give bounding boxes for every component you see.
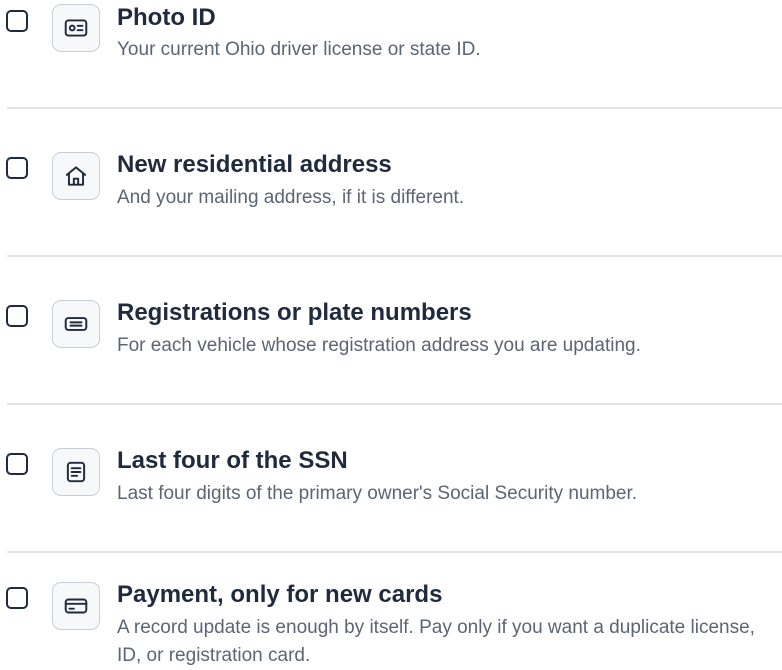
item-description: Your current Ohio driver license or stat…	[117, 39, 481, 60]
item-title: Photo ID	[117, 4, 216, 31]
item-title: New residential address	[117, 151, 392, 178]
item-description: Last four digits of the primary owner's …	[117, 483, 638, 504]
payment-checkbox[interactable]	[6, 587, 28, 609]
registrations-checkbox[interactable]	[6, 305, 28, 327]
credit-card-icon	[52, 582, 100, 630]
item-description: A record update is enough by itself. Pay…	[117, 617, 755, 666]
item-title: Payment, only for new cards	[117, 581, 443, 608]
document-icon	[52, 448, 100, 496]
plate-icon	[52, 300, 100, 348]
ssn-checkbox[interactable]	[6, 453, 28, 475]
divider	[7, 551, 782, 553]
divider	[7, 107, 782, 109]
item-title: Registrations or plate numbers	[117, 299, 472, 326]
residential-address-checkbox[interactable]	[6, 157, 28, 179]
divider	[7, 403, 782, 405]
divider	[7, 255, 782, 257]
home-icon	[52, 152, 100, 200]
item-description: For each vehicle whose registration addr…	[117, 335, 641, 356]
photo-id-checkbox[interactable]	[6, 10, 28, 32]
id-card-icon	[52, 4, 100, 52]
item-description: And your mailing address, if it is diffe…	[117, 187, 465, 208]
item-title: Last four of the SSN	[117, 447, 348, 474]
